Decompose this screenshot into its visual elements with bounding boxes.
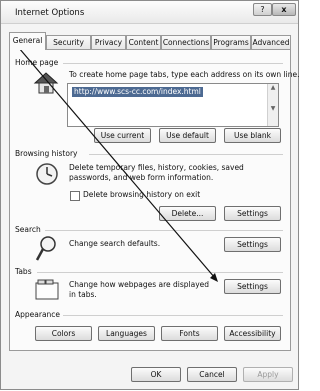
- history-settings-button[interactable]: Settings: [224, 206, 281, 221]
- languages-button[interactable]: Languages: [98, 326, 155, 341]
- browsing-history-heading: Browsing history: [15, 149, 78, 158]
- search-settings-button[interactable]: Settings: [224, 237, 281, 252]
- delete-button[interactable]: Delete...: [159, 206, 216, 221]
- url-scrollbar[interactable]: ▲ ▼: [267, 84, 278, 126]
- colors-button[interactable]: Colors: [35, 326, 92, 341]
- house-icon: [33, 72, 59, 94]
- tabs-settings-button[interactable]: Settings: [224, 279, 281, 294]
- tabs-description: Change how webpages are displayed in tab…: [69, 280, 210, 299]
- use-blank-button[interactable]: Use blank: [224, 128, 281, 143]
- delete-history-on-exit-checkbox[interactable]: [70, 191, 80, 201]
- tab-programs[interactable]: Programs: [211, 35, 251, 49]
- apply-button[interactable]: Apply: [243, 367, 293, 382]
- close-button[interactable]: x: [272, 3, 296, 16]
- tab-security[interactable]: Security: [46, 35, 91, 49]
- clock-icon: [36, 163, 58, 185]
- tabs-divider: [37, 272, 283, 273]
- internet-options-dialog: Internet Options ? x General Security Pr…: [0, 0, 300, 390]
- home-page-heading: Home page: [15, 58, 59, 67]
- delete-history-on-exit-label[interactable]: Delete browsing history on exit: [83, 190, 200, 200]
- ok-button[interactable]: OK: [131, 367, 181, 382]
- tab-connections[interactable]: Connections: [161, 35, 211, 49]
- cancel-button[interactable]: Cancel: [187, 367, 237, 382]
- magnifier-icon: [35, 236, 56, 261]
- tab-advanced[interactable]: Advanced: [251, 35, 291, 49]
- tabs-window-icon: [35, 279, 59, 300]
- search-heading: Search: [15, 225, 41, 234]
- appearance-heading: Appearance: [15, 310, 61, 319]
- tab-general[interactable]: General: [9, 32, 46, 50]
- use-current-button[interactable]: Use current: [94, 128, 151, 143]
- appearance-divider: [63, 315, 283, 316]
- home-page-description: To create home page tabs, type each addr…: [69, 70, 300, 79]
- window-title: Internet Options: [15, 8, 85, 18]
- tab-privacy[interactable]: Privacy: [91, 35, 126, 49]
- home-page-url-field[interactable]: http://www.scs-cc.com/index.html ▲ ▼: [67, 83, 279, 127]
- use-default-button[interactable]: Use default: [159, 128, 216, 143]
- home-page-divider: [63, 63, 283, 64]
- help-button[interactable]: ?: [253, 3, 272, 16]
- home-page-url-value: http://www.scs-cc.com/index.html: [72, 87, 203, 97]
- accessibility-button[interactable]: Accessibility: [224, 326, 281, 341]
- tab-content[interactable]: Content: [126, 35, 161, 49]
- fonts-button[interactable]: Fonts: [161, 326, 218, 341]
- browsing-history-description: Delete temporary files, history, cookies…: [69, 163, 244, 182]
- tabs-heading: Tabs: [15, 267, 32, 276]
- search-divider: [45, 230, 283, 231]
- search-description: Change search defaults.: [69, 239, 161, 248]
- browsing-history-divider: [89, 154, 283, 155]
- title-bar[interactable]: Internet Options ? x: [1, 1, 298, 24]
